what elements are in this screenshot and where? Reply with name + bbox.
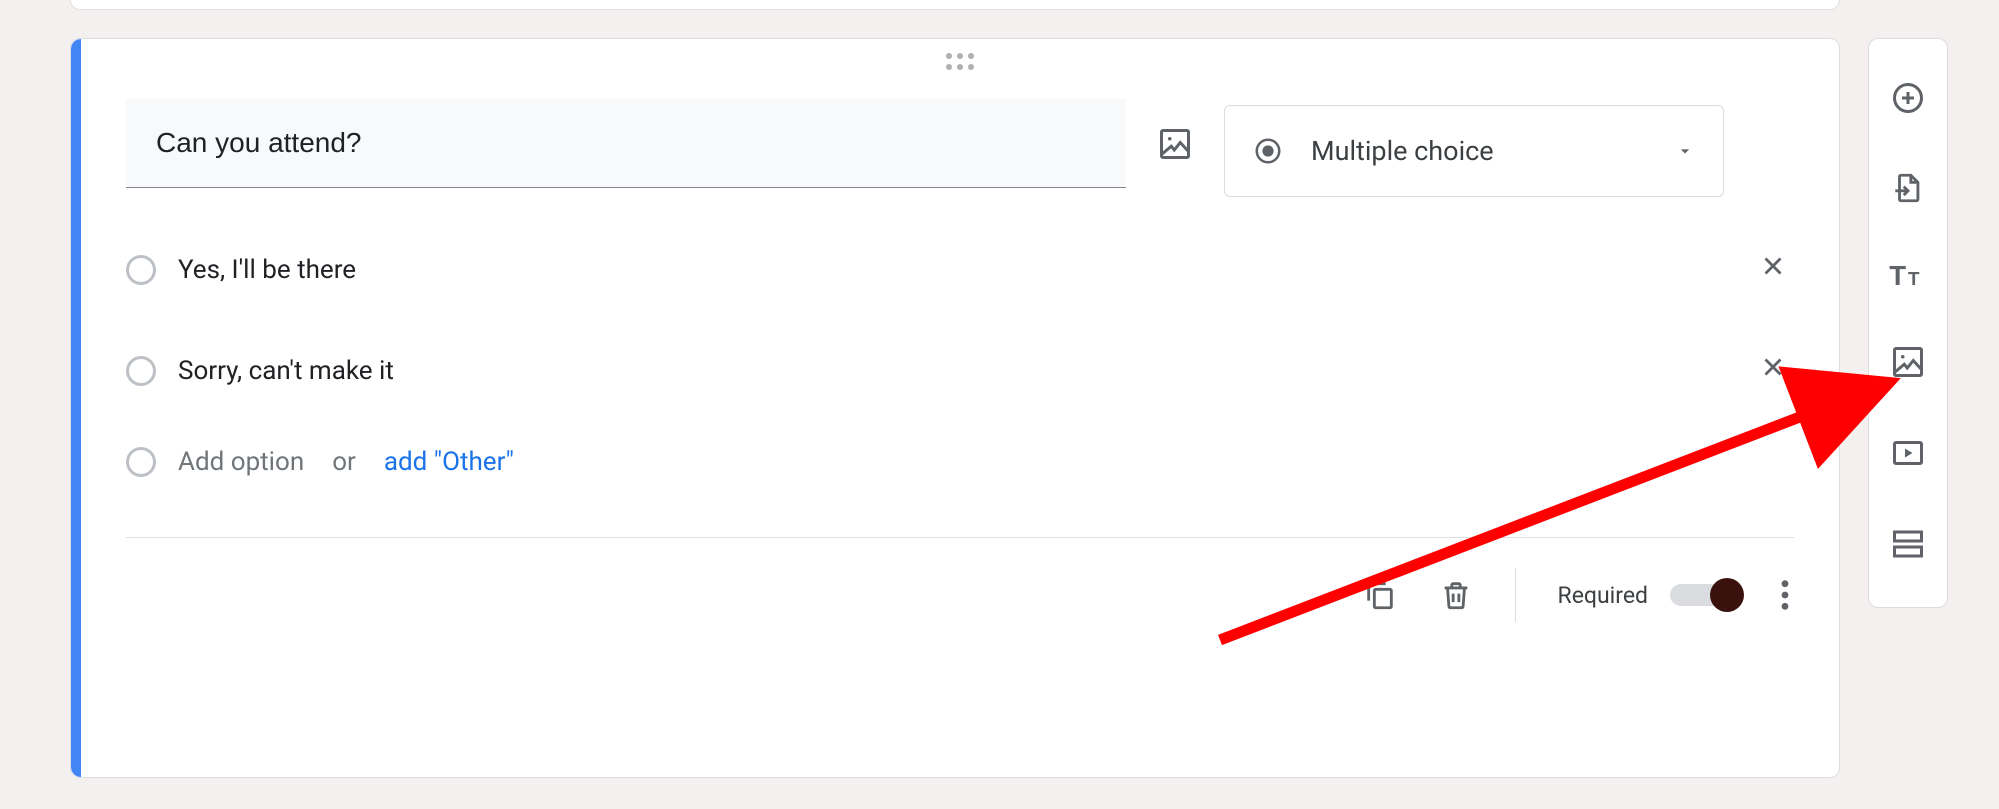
trash-icon [1439,578,1473,612]
question-title-input[interactable] [126,99,1126,188]
caret-down-icon [1675,141,1695,161]
duplicate-button[interactable] [1363,578,1397,612]
toggle-knob [1710,578,1744,612]
section-icon [1890,526,1926,562]
option-input[interactable]: Sorry, can't make it [178,356,1730,386]
add-video-button[interactable] [1890,435,1926,475]
previous-card-edge [70,0,1840,10]
remove-option-button[interactable] [1752,245,1794,294]
option-input[interactable]: Yes, I'll be there [178,255,1730,285]
video-icon [1890,435,1926,471]
add-image-button[interactable] [1890,344,1926,384]
plus-circle-icon [1890,80,1926,116]
add-image-to-question-button[interactable] [1156,125,1194,163]
close-icon [1758,251,1788,281]
or-text: or [332,447,356,477]
svg-text:T: T [1908,268,1920,289]
footer-separator [1515,568,1516,622]
question-type-label: Multiple choice [1311,135,1647,167]
title-icon: T T [1889,260,1927,290]
import-questions-button[interactable] [1891,171,1925,209]
radio-placeholder-icon [126,356,156,386]
add-section-button[interactable] [1890,526,1926,566]
radio-placeholder-icon [126,447,156,477]
question-card: Multiple choice Yes, I'll be there [70,38,1840,778]
add-other-button[interactable]: add "Other" [384,447,514,477]
remove-option-button[interactable] [1752,346,1794,395]
add-option-row: Add option or add "Other" [126,447,1794,477]
question-type-dropdown[interactable]: Multiple choice [1224,105,1724,197]
add-option-button[interactable]: Add option [178,447,304,477]
option-row: Sorry, can't make it [126,346,1794,395]
drag-handle-icon[interactable] [946,53,974,70]
delete-button[interactable] [1439,578,1473,612]
duplicate-icon [1363,578,1397,612]
svg-text:T: T [1889,260,1906,290]
floating-toolbar: T T [1868,38,1948,608]
image-icon [1890,344,1926,380]
footer-divider [126,537,1794,538]
radio-placeholder-icon [126,255,156,285]
required-toggle[interactable] [1670,584,1738,606]
more-options-button[interactable] [1780,578,1790,612]
close-icon [1758,352,1788,382]
image-icon [1157,126,1193,162]
import-icon [1891,171,1925,205]
add-question-button[interactable] [1890,80,1926,120]
required-label: Required [1558,582,1648,609]
more-vertical-icon [1780,578,1790,612]
selection-indicator [71,39,81,777]
add-title-button[interactable]: T T [1889,260,1927,294]
radio-icon [1253,136,1283,166]
option-row: Yes, I'll be there [126,245,1794,294]
